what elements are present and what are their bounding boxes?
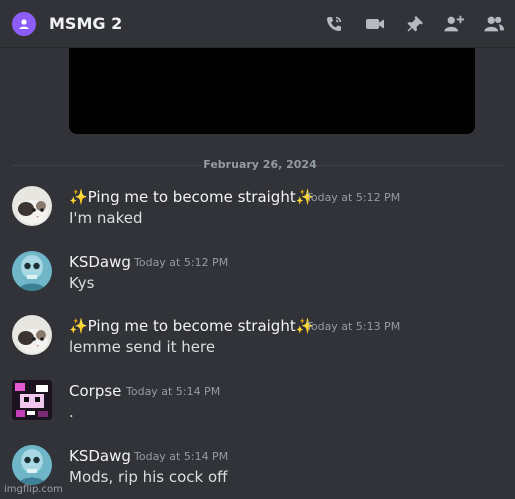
message-username[interactable]: Corpse: [69, 381, 121, 401]
avatar[interactable]: [12, 315, 52, 355]
video-icon[interactable]: [364, 13, 386, 35]
member-list-icon[interactable]: [483, 13, 505, 35]
group-icon: [12, 12, 36, 36]
message-timestamp: Today at 5:14 PM: [134, 450, 229, 463]
message-timestamp: Today at 5:12 PM: [306, 191, 401, 204]
channel-title: MSMG 2: [49, 14, 123, 33]
avatar[interactable]: [12, 380, 52, 420]
embedded-image[interactable]: [69, 48, 475, 134]
message-username[interactable]: ✨Ping me to become straight✨: [69, 316, 314, 336]
channel-header: MSMG 2: [0, 0, 515, 48]
call-icon[interactable]: [323, 13, 345, 35]
message: ✨Ping me to become straight✨ Today at 5:…: [0, 315, 515, 367]
message: KSDawg Today at 5:12 PM Kys: [0, 251, 515, 303]
avatar[interactable]: [12, 445, 52, 485]
message-username[interactable]: KSDawg: [69, 446, 131, 466]
message-content: I'm naked: [69, 209, 143, 227]
message-timestamp: Today at 5:14 PM: [126, 385, 221, 398]
message-timestamp: Today at 5:13 PM: [306, 320, 401, 333]
message: Corpse Today at 5:14 PM .: [0, 380, 515, 432]
message: KSDawg Today at 5:14 PM Mods, rip his co…: [0, 445, 515, 497]
add-friend-icon[interactable]: [443, 13, 465, 35]
avatar[interactable]: [12, 251, 52, 291]
message-content: lemme send it here: [69, 338, 216, 356]
message-username[interactable]: KSDawg: [69, 252, 131, 272]
message-content: .: [69, 403, 74, 421]
message: ✨Ping me to become straight✨ Today at 5:…: [0, 186, 515, 238]
avatar[interactable]: [12, 186, 52, 226]
message-content: Mods, rip his cock off: [69, 468, 228, 486]
date-divider-label: February 26, 2024: [202, 157, 318, 173]
message-username[interactable]: ✨Ping me to become straight✨: [69, 187, 314, 207]
pin-icon[interactable]: [404, 13, 426, 35]
message-content: Kys: [69, 274, 95, 292]
watermark: imgflip.com: [4, 484, 63, 495]
message-timestamp: Today at 5:12 PM: [134, 256, 229, 269]
